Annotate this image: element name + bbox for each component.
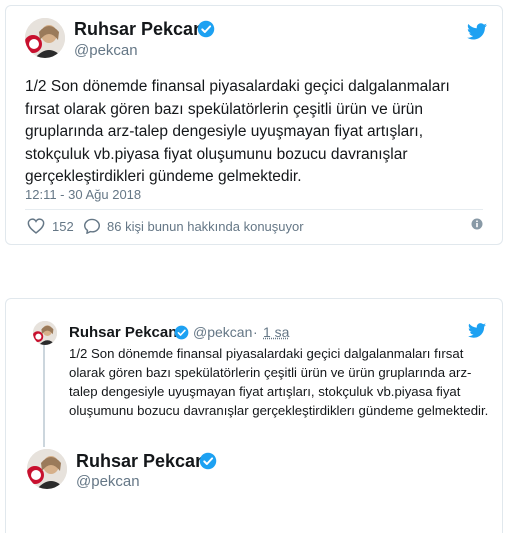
separator-dot: · [253,324,258,340]
author-name[interactable]: Ruhsar Pekcan [69,324,177,341]
speech-bubble-icon[interactable] [83,218,101,237]
avatar[interactable] [27,449,67,489]
heart-icon[interactable] [27,218,45,237]
conversation-count[interactable]: 86 kişi bunun hakkında konuşuyor [107,219,304,234]
embedded-tweet-text: 1/2 Son dönemde finansal piyasalardaki g… [69,346,489,418]
thread-line [43,343,45,447]
embedded-thread-card: Ruhsar Pekcan @pekcan · 1 sa 1/2 Son dön… [5,298,503,533]
verified-icon [199,452,217,470]
verified-icon [174,325,189,340]
reply-author-name[interactable]: Ruhsar Pekcan [76,451,206,472]
divider [25,209,483,210]
like-count[interactable]: 152 [52,219,74,234]
twitter-bird-icon[interactable] [468,323,486,338]
author-handle[interactable]: @pekcan [74,42,138,59]
verified-icon [197,20,215,38]
twitter-bird-icon[interactable] [467,23,487,40]
info-icon[interactable] [471,217,483,235]
avatar[interactable] [33,321,57,345]
tweet-time-ago[interactable]: 1 sa [263,324,289,340]
author-name[interactable]: Ruhsar Pekcan [74,19,204,40]
tweet-timestamp[interactable]: 12:11 - 30 Ağu 2018 [25,187,141,202]
author-handle[interactable]: @pekcan [193,324,252,340]
tweet-card: Ruhsar Pekcan @pekcan 1/2 Son dönemde fi… [5,5,503,245]
reply-author-handle[interactable]: @pekcan [76,473,140,490]
tweet-text: 1/2 Son dönemde finansal piyasalardaki g… [25,78,450,185]
avatar[interactable] [25,18,65,58]
